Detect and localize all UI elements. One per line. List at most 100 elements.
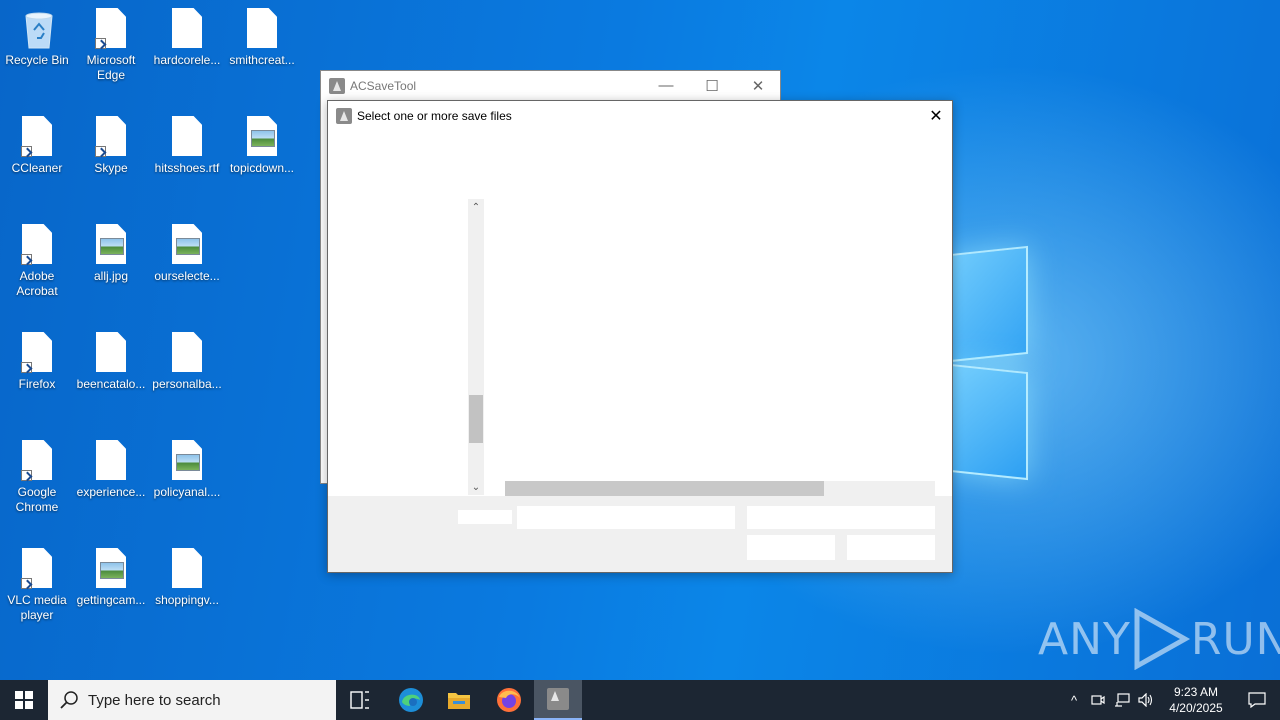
cancel-button[interactable] [847, 535, 935, 560]
open-button[interactable] [747, 535, 835, 560]
watermark-right: RUN [1190, 613, 1280, 665]
desktop-icon[interactable]: hardcorele... [150, 8, 224, 68]
doc-icon [171, 8, 203, 48]
taskbar-explorer-button[interactable] [435, 680, 483, 720]
desktop-icon-label: allj.jpg [93, 269, 129, 283]
image-doc-icon [171, 440, 203, 480]
notification-icon [1248, 692, 1266, 708]
maximize-button[interactable]: ☐ [689, 71, 735, 100]
desktop-icon[interactable]: hitsshoes.rtf [150, 116, 224, 176]
shortcut-doc-icon [95, 116, 127, 157]
desktop-icon[interactable]: beencatalo... [74, 332, 148, 392]
shortcut-doc-icon [21, 332, 53, 373]
shortcut-arrow-icon [21, 146, 32, 157]
folder-icon [448, 693, 470, 709]
desktop-icon-label: personalba... [152, 377, 222, 391]
desktop-icon-label: Recycle Bin [5, 53, 69, 67]
desktop-icon-label: Google Chrome [15, 485, 59, 514]
image-doc-icon [95, 548, 127, 588]
desktop-icon[interactable]: ourselecte... [150, 224, 224, 284]
shortcut-arrow-icon [21, 470, 32, 481]
desktop-icon-label: shoppingv... [155, 593, 219, 607]
desktop-icon-label: Firefox [18, 377, 56, 391]
desktop-icon[interactable]: shoppingv... [150, 548, 224, 608]
shortcut-arrow-icon [95, 38, 106, 49]
desktop-icon-label: hardcorele... [153, 53, 221, 67]
desktop-icon[interactable]: VLC media player [0, 548, 74, 623]
shortcut-doc-icon [21, 116, 53, 157]
shortcut-arrow-icon [21, 362, 32, 373]
desktop-icon[interactable]: Microsoft Edge [74, 8, 148, 83]
edge-icon [399, 688, 423, 712]
doc-icon [171, 548, 203, 588]
doc-icon [95, 440, 127, 480]
desktop-icon[interactable]: Recycle Bin [0, 8, 74, 68]
taskbar-firefox-button[interactable] [485, 680, 533, 720]
doc-icon [171, 332, 203, 372]
vertical-scroll-thumb[interactable] [469, 395, 483, 443]
dialog-bottom-panel [328, 496, 952, 572]
file-list-horizontal-scrollbar[interactable] [505, 481, 935, 496]
desktop-icon-label: VLC media player [7, 593, 67, 622]
notifications-button[interactable] [1234, 680, 1280, 720]
watermark-left: ANY [1038, 613, 1131, 665]
desktop-icon[interactable]: Google Chrome [0, 440, 74, 515]
file-type-select[interactable] [747, 506, 935, 529]
taskbar-edge-button[interactable] [387, 680, 435, 720]
file-name-label-placeholder [458, 510, 512, 524]
task-view-button[interactable] [336, 680, 384, 720]
desktop-icon-label: smithcreat... [229, 53, 295, 67]
desktop-icon-label: hitsshoes.rtf [154, 161, 220, 175]
anyrun-watermark: ANY RUN [1038, 608, 1280, 670]
shortcut-arrow-icon [21, 254, 32, 265]
image-doc-icon [171, 224, 203, 264]
network-icon[interactable] [1110, 680, 1134, 720]
dialog-close-button[interactable]: ✕ [920, 101, 952, 131]
minimize-button[interactable]: — [643, 71, 689, 100]
show-hidden-icons-chevron-icon[interactable]: ^ [1062, 680, 1086, 720]
doc-icon [246, 8, 278, 48]
horizontal-scroll-thumb[interactable] [505, 481, 824, 496]
desktop-icon-label: Skype [94, 161, 128, 175]
desktop-icon[interactable]: topicdown... [225, 116, 299, 176]
desktop-icon-label: Microsoft Edge [86, 53, 136, 82]
desktop-icon[interactable]: allj.jpg [74, 224, 148, 284]
volume-icon[interactable] [1134, 680, 1158, 720]
desktop-icon[interactable]: CCleaner [0, 116, 74, 176]
file-name-input[interactable] [517, 506, 735, 529]
task-view-icon [350, 691, 369, 709]
shortcut-arrow-icon [21, 578, 32, 589]
desktop-icon[interactable]: Firefox [0, 332, 74, 392]
desktop-icon[interactable]: experience... [74, 440, 148, 500]
clock-time: 9:23 AM [1173, 685, 1219, 699]
close-button[interactable]: ✕ [735, 71, 781, 100]
nav-pane-vertical-scrollbar[interactable]: ⌃ ⌄ [468, 199, 484, 495]
image-doc-icon [246, 116, 278, 156]
desktop-icon[interactable]: personalba... [150, 332, 224, 392]
desktop-icon-label: policyanal.... [153, 485, 221, 499]
search-icon [60, 691, 78, 709]
shortcut-doc-icon [95, 8, 127, 49]
dialog-title: Select one or more save files [357, 109, 512, 123]
clock[interactable]: 9:23 AM 4/20/2025 [1158, 684, 1234, 716]
desktop-icon[interactable]: Adobe Acrobat [0, 224, 74, 299]
scroll-up-arrow-icon[interactable]: ⌃ [468, 199, 484, 215]
start-button[interactable] [0, 680, 48, 720]
desktop-icon[interactable]: gettingcam... [74, 548, 148, 608]
system-tray: ^ 9:23 AM 4/20/2025 [1062, 680, 1280, 720]
dialog-titlebar[interactable]: Select one or more save files [328, 101, 952, 131]
taskbar-acsavetool-button[interactable] [534, 680, 582, 720]
shortcut-doc-icon [21, 440, 53, 481]
desktop-icon[interactable]: Skype [74, 116, 148, 176]
acsavetool-title: ACSaveTool [350, 78, 417, 93]
shortcut-doc-icon [21, 548, 53, 589]
image-doc-icon [95, 224, 127, 264]
taskbar-search-box[interactable]: Type here to search [48, 680, 336, 720]
dialog-app-icon [336, 108, 352, 124]
scroll-down-arrow-icon[interactable]: ⌄ [468, 479, 484, 495]
meet-now-icon[interactable] [1086, 680, 1110, 720]
recycle-bin-icon [21, 8, 53, 49]
desktop-icon[interactable]: policyanal.... [150, 440, 224, 500]
desktop-icon[interactable]: smithcreat... [225, 8, 299, 68]
play-logo-icon [1134, 608, 1190, 670]
